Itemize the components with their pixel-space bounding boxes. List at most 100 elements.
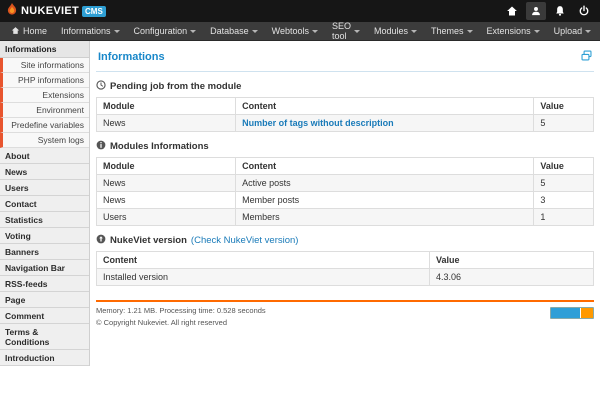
- main-navbar: Home Informations Configuration Database…: [0, 22, 600, 41]
- pending-job-link[interactable]: Number of tags without description: [242, 118, 394, 128]
- sidebar-subitem-system-logs[interactable]: System logs: [0, 133, 89, 148]
- nav-item-label: Themes: [431, 26, 464, 36]
- caret-down-icon: [534, 30, 540, 33]
- clock-icon: [96, 80, 106, 93]
- nav-item-label: Webtools: [272, 26, 309, 36]
- column-header: Content: [236, 98, 534, 115]
- nav-item-seo-tool[interactable]: SEO tool: [325, 22, 367, 40]
- sidebar-item-news[interactable]: News: [0, 164, 89, 180]
- brand-name: NUKEVIET: [21, 5, 79, 17]
- sidebar-item-banners[interactable]: Banners: [0, 244, 89, 260]
- sidebar-menu: About News Users Contact Statistics Voti…: [0, 148, 89, 366]
- sidebar-section-informations[interactable]: Informations: [0, 41, 89, 58]
- sidebar-item-users[interactable]: Users: [0, 180, 89, 196]
- footer-texts: Memory: 1.21 MB. Processing time: 0.528 …: [96, 305, 266, 329]
- main-content: Informations Pending job from the module…: [90, 41, 600, 329]
- caret-down-icon: [312, 30, 318, 33]
- content-cell: Number of tags without description: [236, 115, 534, 132]
- sidebar-item-contact[interactable]: Contact: [0, 196, 89, 212]
- caret-down-icon: [354, 30, 360, 33]
- column-header: Value: [534, 158, 594, 175]
- table-row: News Member posts 3: [97, 192, 594, 209]
- nav-item-home[interactable]: Home: [4, 22, 54, 40]
- user-icon[interactable]: [526, 2, 546, 20]
- caret-down-icon: [411, 30, 417, 33]
- table-header-row: Content Value: [97, 252, 594, 269]
- version-section-heading: NukeViet version (Check NukeViet version…: [96, 234, 594, 247]
- sidebar-subitem-predefine-variables[interactable]: Predefine variables: [0, 118, 89, 133]
- home-nav-icon: [11, 26, 20, 37]
- copyright-text: © Copyright Nukeviet. All right reserved: [96, 317, 266, 329]
- nav-item-configuration[interactable]: Configuration: [127, 22, 204, 40]
- value-cell: 3: [534, 192, 594, 209]
- nav-item-extensions[interactable]: Extensions: [480, 22, 547, 40]
- nav-item-label: Configuration: [134, 26, 188, 36]
- window-restore-icon[interactable]: [581, 48, 592, 66]
- content-cell: Active posts: [236, 175, 534, 192]
- badge-blue-segment: [551, 308, 580, 318]
- value-cell: 1: [534, 209, 594, 226]
- table-header-row: Module Content Value: [97, 158, 594, 175]
- brand-suffix-badge: CMS: [82, 6, 106, 17]
- sidebar-item-terms-conditions[interactable]: Terms & Conditions: [0, 324, 89, 350]
- brand-logo[interactable]: NUKEVIET CMS: [6, 2, 106, 21]
- table-row: Installed version 4.3.06: [97, 269, 594, 286]
- sidebar-item-page[interactable]: Page: [0, 292, 89, 308]
- nav-item-informations[interactable]: Informations: [54, 22, 127, 40]
- table-row: News Number of tags without description …: [97, 115, 594, 132]
- flame-icon: [6, 2, 18, 21]
- topbar-icons: [502, 2, 594, 20]
- version-table: Content Value Installed version 4.3.06: [96, 251, 594, 286]
- bell-icon[interactable]: [550, 2, 570, 20]
- sidebar-item-voting[interactable]: Voting: [0, 228, 89, 244]
- column-header: Content: [236, 158, 534, 175]
- sidebar-item-statistics[interactable]: Statistics: [0, 212, 89, 228]
- sidebar-item-about[interactable]: About: [0, 148, 89, 164]
- pending-jobs-table: Module Content Value News Number of tags…: [96, 97, 594, 132]
- sidebar-item-rss-feeds[interactable]: RSS-feeds: [0, 276, 89, 292]
- admin-screen: NUKEVIET CMS Home Informations: [0, 0, 600, 400]
- column-header: Value: [429, 252, 593, 269]
- modules-info-table: Module Content Value News Active posts 5…: [96, 157, 594, 226]
- pending-section-heading: Pending job from the module: [96, 80, 594, 93]
- check-version-link[interactable]: (Check NukeViet version): [191, 235, 299, 246]
- sidebar-submenu: Site informations PHP informations Exten…: [0, 58, 89, 148]
- sidebar-subitem-site-informations[interactable]: Site informations: [0, 58, 89, 73]
- content-cell: Installed version: [97, 269, 430, 286]
- topbar: NUKEVIET CMS: [0, 0, 600, 22]
- nav-item-label: Modules: [374, 26, 408, 36]
- nav-item-upload[interactable]: Upload: [547, 22, 599, 40]
- sidebar-item-comment[interactable]: Comment: [0, 308, 89, 324]
- nav-item-webtools[interactable]: Webtools: [265, 22, 325, 40]
- table-header-row: Module Content Value: [97, 98, 594, 115]
- visitor-counter-badge[interactable]: [550, 307, 594, 319]
- modules-info-section-heading: Modules Informations: [96, 140, 594, 153]
- power-icon[interactable]: [574, 2, 594, 20]
- sidebar-item-introduction[interactable]: Introduction: [0, 350, 89, 366]
- module-cell: News: [97, 115, 236, 132]
- nav-item-themes[interactable]: Themes: [424, 22, 480, 40]
- value-cell: 5: [534, 115, 594, 132]
- nav-item-label: Database: [210, 26, 249, 36]
- sidebar-item-navigation-bar[interactable]: Navigation Bar: [0, 260, 89, 276]
- sidebar-subitem-extensions[interactable]: Extensions: [0, 88, 89, 103]
- panel-header: Informations: [96, 45, 594, 72]
- caret-down-icon: [190, 30, 196, 33]
- caret-down-icon: [585, 30, 591, 33]
- nav-item-database[interactable]: Database: [203, 22, 265, 40]
- caret-down-icon: [114, 30, 120, 33]
- nav-item-label: Upload: [554, 26, 583, 36]
- column-header: Content: [97, 252, 430, 269]
- content-cell: Members: [236, 209, 534, 226]
- table-row: Users Members 1: [97, 209, 594, 226]
- memory-status-text: Memory: 1.21 MB. Processing time: 0.528 …: [96, 305, 266, 317]
- column-header: Module: [97, 158, 236, 175]
- footer: Memory: 1.21 MB. Processing time: 0.528 …: [96, 300, 594, 329]
- sidebar-subitem-php-informations[interactable]: PHP informations: [0, 73, 89, 88]
- table-row: News Active posts 5: [97, 175, 594, 192]
- nav-item-modules[interactable]: Modules: [367, 22, 424, 40]
- sidebar: Informations Site informations PHP infor…: [0, 41, 90, 366]
- home-icon[interactable]: [502, 2, 522, 20]
- sidebar-subitem-environment[interactable]: Environment: [0, 103, 89, 118]
- value-cell: 4.3.06: [429, 269, 593, 286]
